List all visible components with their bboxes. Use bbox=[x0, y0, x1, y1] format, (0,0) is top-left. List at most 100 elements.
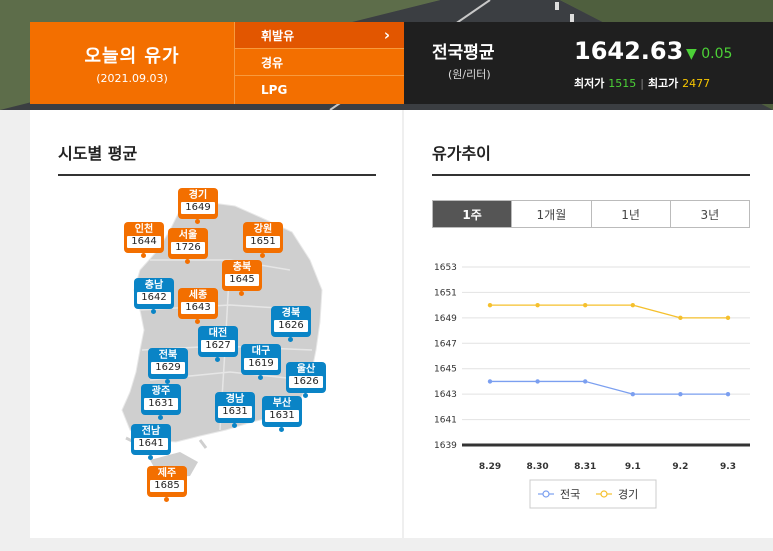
region-name: 제주 bbox=[157, 468, 177, 479]
separator: | bbox=[640, 77, 644, 90]
location-dot bbox=[232, 423, 237, 428]
region-price: 1726 bbox=[171, 242, 205, 254]
y-tick-label: 1639 bbox=[434, 441, 457, 451]
fuel-menu-lpg[interactable]: LPG bbox=[235, 76, 404, 103]
region-tag[interactable]: 전북 1629 bbox=[148, 348, 188, 384]
x-tick-label: 8.29 bbox=[479, 462, 501, 472]
region-name: 대구 bbox=[251, 346, 271, 357]
tab-1-week[interactable]: 1주 bbox=[433, 201, 512, 227]
min-max-prices: 최저가 1515 | 최고가 2477 bbox=[574, 75, 710, 91]
y-tick-label: 1645 bbox=[434, 365, 457, 375]
region-price: 1642 bbox=[137, 292, 171, 304]
location-dot bbox=[215, 357, 220, 362]
x-tick-label: 9.3 bbox=[720, 462, 736, 472]
region-name: 울산 bbox=[296, 364, 316, 375]
national-average-box: 전국평균 (원/리터) 1642.63 ▼ 0.05 최저가 1515 | 최고가 … bbox=[404, 22, 773, 104]
period-tabs: 1주 1개월 1년 3년 bbox=[432, 200, 750, 228]
region-price: 1643 bbox=[181, 302, 215, 314]
region-tag[interactable]: 울산 1626 bbox=[286, 362, 326, 398]
data-point bbox=[725, 391, 731, 397]
location-dot bbox=[279, 427, 284, 432]
y-tick-label: 1653 bbox=[434, 263, 457, 273]
region-price: 1641 bbox=[134, 438, 168, 450]
max-label: 최고가 bbox=[647, 77, 679, 90]
region-tag[interactable]: 경기 1649 bbox=[178, 188, 218, 224]
chevron-right-icon: › bbox=[383, 26, 390, 44]
location-dot bbox=[148, 455, 153, 460]
series-line bbox=[490, 304, 728, 319]
region-name: 서울 bbox=[178, 230, 198, 241]
location-dot bbox=[258, 375, 263, 380]
min-value: 1515 bbox=[608, 77, 637, 90]
region-tag[interactable]: 제주 1685 bbox=[147, 466, 187, 502]
region-tag[interactable]: 전남 1641 bbox=[131, 424, 171, 460]
region-tag[interactable]: 대구 1619 bbox=[241, 344, 281, 380]
price-change: ▼ 0.05 bbox=[686, 46, 732, 62]
legend-marker bbox=[542, 490, 550, 498]
region-tag[interactable]: 세종 1643 bbox=[178, 288, 218, 324]
data-point bbox=[487, 302, 493, 308]
y-tick-label: 1641 bbox=[434, 416, 457, 426]
y-tick-label: 1649 bbox=[434, 314, 457, 324]
national-price: 1642.63 bbox=[574, 37, 684, 65]
tab-1-year[interactable]: 1년 bbox=[590, 201, 670, 227]
region-tag[interactable]: 서울 1726 bbox=[168, 228, 208, 264]
region-name: 대전 bbox=[208, 328, 228, 339]
region-tag[interactable]: 광주 1631 bbox=[141, 384, 181, 420]
region-tag[interactable]: 부산 1631 bbox=[262, 396, 302, 432]
location-dot bbox=[164, 497, 169, 502]
region-name: 광주 bbox=[151, 386, 171, 397]
region-tag[interactable]: 경남 1631 bbox=[215, 392, 255, 428]
region-tag[interactable]: 충북 1645 bbox=[222, 260, 262, 296]
data-point bbox=[583, 379, 588, 384]
region-name: 부산 bbox=[272, 398, 292, 409]
region-name: 전북 bbox=[158, 350, 178, 361]
tab-3-years[interactable]: 3년 bbox=[669, 201, 749, 227]
korea-map bbox=[121, 201, 323, 478]
data-point bbox=[535, 379, 540, 384]
region-price: 1619 bbox=[244, 358, 278, 370]
today-title: 오늘의 유가 bbox=[84, 45, 180, 67]
data-point bbox=[535, 302, 540, 308]
region-tag[interactable]: 경북 1626 bbox=[271, 306, 311, 342]
location-dot bbox=[195, 219, 200, 224]
fuel-menu-diesel[interactable]: 경유 bbox=[235, 49, 404, 76]
data-point bbox=[487, 379, 493, 384]
title-divider bbox=[432, 174, 750, 176]
trend-title: 유가추이 bbox=[432, 144, 491, 163]
fuel-menu-label: LPG bbox=[261, 82, 288, 97]
data-point bbox=[678, 391, 683, 397]
region-name: 경기 bbox=[188, 190, 208, 201]
region-tag[interactable]: 인천 1644 bbox=[124, 222, 164, 258]
region-price: 1629 bbox=[151, 362, 185, 374]
region-price: 1626 bbox=[289, 376, 323, 388]
region-tag[interactable]: 강원 1651 bbox=[243, 222, 283, 258]
price-trend-panel: 유가추이 1주 1개월 1년 3년 1639 1641 1643 1645 1647 16… bbox=[404, 110, 773, 538]
location-dot bbox=[195, 319, 200, 324]
x-tick-label: 9.2 bbox=[672, 462, 688, 472]
national-unit: (원/리터) bbox=[448, 68, 491, 81]
region-price: 1627 bbox=[201, 340, 235, 352]
change-value: 0.05 bbox=[701, 46, 733, 62]
x-tick-label: 8.31 bbox=[574, 462, 596, 472]
fuel-menu-gasoline[interactable]: 휘발유 › bbox=[235, 22, 404, 49]
region-name: 인천 bbox=[134, 224, 154, 235]
tab-1-month[interactable]: 1개월 bbox=[511, 201, 590, 227]
location-dot bbox=[239, 291, 244, 296]
location-dot bbox=[288, 337, 293, 342]
max-value: 2477 bbox=[682, 77, 711, 90]
region-price: 1631 bbox=[144, 398, 178, 410]
today-price-box: 오늘의 유가 (2021.09.03) bbox=[30, 22, 234, 104]
fuel-type-menu: 휘발유 › 경유 LPG bbox=[234, 22, 404, 104]
region-price: 1644 bbox=[127, 236, 161, 248]
region-name: 충북 bbox=[232, 262, 252, 273]
region-tag[interactable]: 대전 1627 bbox=[198, 326, 238, 362]
data-point bbox=[630, 302, 635, 308]
y-tick-label: 1643 bbox=[434, 390, 457, 400]
y-tick-label: 1651 bbox=[434, 288, 457, 298]
region-price: 1645 bbox=[225, 274, 259, 286]
today-date: (2021.09.03) bbox=[96, 71, 168, 85]
region-price: 1685 bbox=[150, 480, 184, 492]
region-tag[interactable]: 충남 1642 bbox=[134, 278, 174, 314]
region-price: 1626 bbox=[274, 320, 308, 332]
